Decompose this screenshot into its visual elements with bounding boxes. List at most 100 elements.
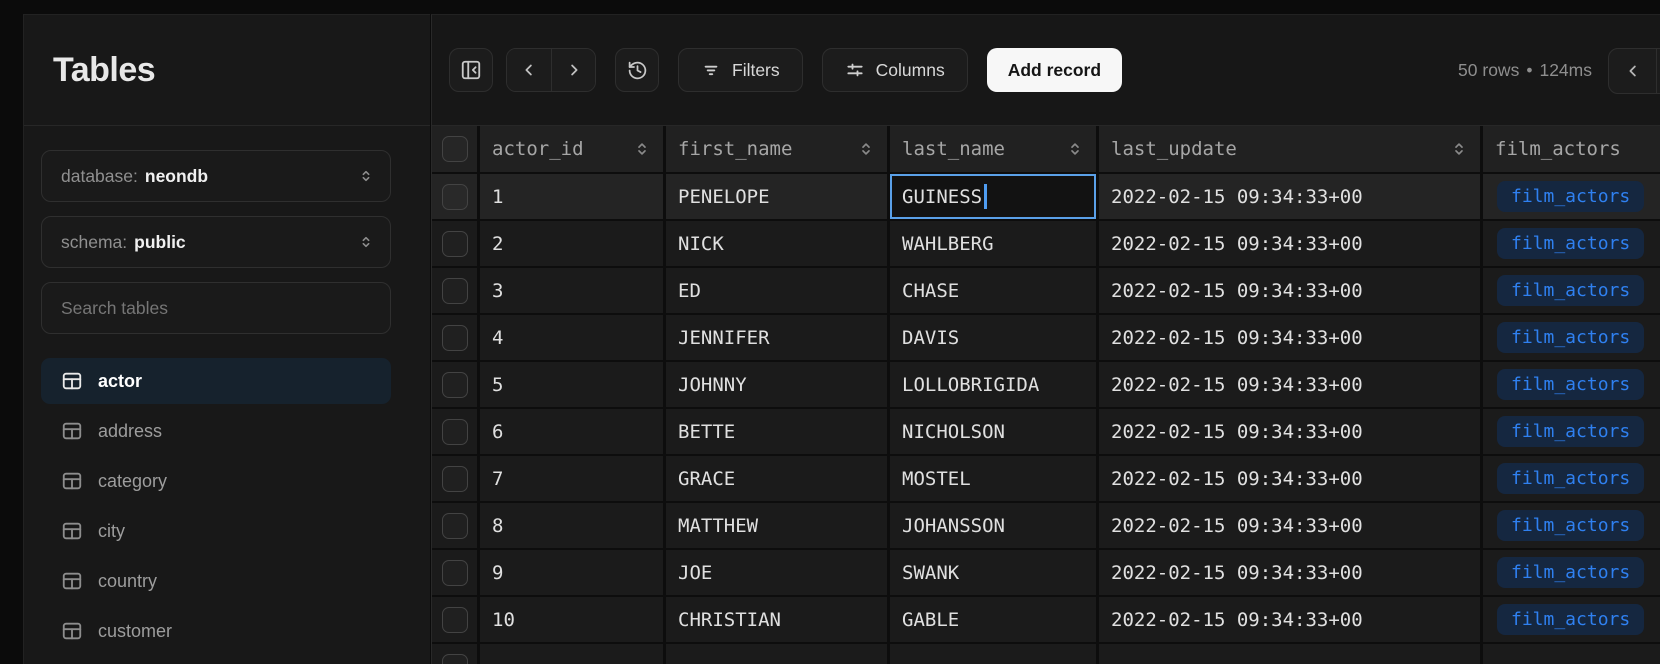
relation-badge[interactable]: film_actors bbox=[1497, 604, 1644, 635]
column-header-label: film_actors bbox=[1495, 138, 1621, 160]
cell-last_name[interactable]: LOLLOBRIGIDA bbox=[890, 362, 1096, 407]
row-checkbox[interactable] bbox=[442, 607, 468, 633]
cell-actor_id[interactable]: 1 bbox=[480, 174, 663, 219]
chevron-left-icon bbox=[1624, 62, 1642, 80]
cell-value: 1 bbox=[492, 186, 503, 208]
cell-partial[interactable] bbox=[1483, 644, 1660, 664]
row-checkbox[interactable] bbox=[442, 231, 468, 257]
sliders-horizontal-icon bbox=[845, 60, 865, 80]
cell-last_update[interactable]: 2022-02-15 09:34:33+00 bbox=[1099, 550, 1480, 595]
row-checkbox[interactable] bbox=[442, 466, 468, 492]
cell-partial[interactable] bbox=[1099, 644, 1480, 664]
row-checkbox[interactable] bbox=[442, 184, 468, 210]
sidebar-table-item-customer[interactable]: customer bbox=[41, 608, 391, 654]
cell-first_name[interactable]: NICK bbox=[666, 221, 887, 266]
cell-last_name[interactable]: DAVIS bbox=[890, 315, 1096, 360]
cell-last_name[interactable]: GABLE bbox=[890, 597, 1096, 642]
row-checkbox[interactable] bbox=[442, 278, 468, 304]
cell-partial[interactable] bbox=[480, 644, 663, 664]
row-checkbox[interactable] bbox=[442, 560, 468, 586]
cell-last_name[interactable]: GUINESS bbox=[890, 174, 1096, 219]
cell-first_name[interactable]: MATTHEW bbox=[666, 503, 887, 548]
cell-last_update[interactable]: 2022-02-15 09:34:33+00 bbox=[1099, 221, 1480, 266]
cell-first_name[interactable]: BETTE bbox=[666, 409, 887, 454]
cell-first_name[interactable]: PENELOPE bbox=[666, 174, 887, 219]
relation-badge[interactable]: film_actors bbox=[1497, 275, 1644, 306]
relation-badge[interactable]: film_actors bbox=[1497, 322, 1644, 353]
search-tables-input[interactable] bbox=[61, 298, 374, 319]
cell-last_name[interactable]: JOHANSSON bbox=[890, 503, 1096, 548]
cell-partial[interactable] bbox=[666, 644, 887, 664]
schema-select[interactable]: schema: public bbox=[41, 216, 391, 268]
relation-badge[interactable]: film_actors bbox=[1497, 416, 1644, 447]
collapse-sidebar-button[interactable] bbox=[449, 48, 493, 92]
relation-badge[interactable]: film_actors bbox=[1497, 557, 1644, 588]
cell-actor_id[interactable]: 8 bbox=[480, 503, 663, 548]
cell-last_update[interactable]: 2022-02-15 09:34:33+00 bbox=[1099, 456, 1480, 501]
cell-actor_id[interactable]: 2 bbox=[480, 221, 663, 266]
sidebar-table-item-actor[interactable]: actor bbox=[41, 358, 391, 404]
row-checkbox[interactable] bbox=[442, 654, 468, 664]
cell-last_name[interactable]: NICHOLSON bbox=[890, 409, 1096, 454]
cell-actor_id[interactable]: 9 bbox=[480, 550, 663, 595]
cell-last_update[interactable]: 2022-02-15 09:34:33+00 bbox=[1099, 174, 1480, 219]
sidebar-table-label: city bbox=[98, 521, 125, 542]
relation-badge[interactable]: film_actors bbox=[1497, 463, 1644, 494]
cell-first_name[interactable]: CHRISTIAN bbox=[666, 597, 887, 642]
cell-last_name[interactable]: SWANK bbox=[890, 550, 1096, 595]
cell-value: DAVIS bbox=[902, 327, 959, 349]
row-checkbox[interactable] bbox=[442, 372, 468, 398]
sidebar-table-item-city[interactable]: city bbox=[41, 508, 391, 554]
next-button[interactable] bbox=[551, 49, 595, 91]
cell-actor_id[interactable]: 5 bbox=[480, 362, 663, 407]
sidebar-table-item-address[interactable]: address bbox=[41, 408, 391, 454]
column-header-film-actors[interactable]: film_actors bbox=[1483, 126, 1660, 172]
previous-button[interactable] bbox=[507, 49, 551, 91]
relation-badge[interactable]: film_actors bbox=[1497, 181, 1644, 212]
cell-last_update[interactable]: 2022-02-15 09:34:33+00 bbox=[1099, 315, 1480, 360]
cell-first_name[interactable]: GRACE bbox=[666, 456, 887, 501]
cell-actor_id[interactable]: 10 bbox=[480, 597, 663, 642]
cell-first_name[interactable]: ED bbox=[666, 268, 887, 313]
column-header-last-name[interactable]: last_name bbox=[890, 126, 1096, 172]
cell-actor_id[interactable]: 6 bbox=[480, 409, 663, 454]
column-header-last-update[interactable]: last_update bbox=[1099, 126, 1480, 172]
history-button[interactable] bbox=[615, 48, 659, 92]
cell-first_name[interactable]: JOE bbox=[666, 550, 887, 595]
page-previous-button[interactable] bbox=[1609, 49, 1656, 93]
cell-last_name[interactable]: CHASE bbox=[890, 268, 1096, 313]
sidebar-table-item-country[interactable]: country bbox=[41, 558, 391, 604]
add-record-button[interactable]: Add record bbox=[987, 48, 1122, 92]
relation-badge[interactable]: film_actors bbox=[1497, 228, 1644, 259]
cell-last_name[interactable]: WAHLBERG bbox=[890, 221, 1096, 266]
columns-button[interactable]: Columns bbox=[822, 48, 968, 92]
row-checkbox[interactable] bbox=[442, 513, 468, 539]
filters-button[interactable]: Filters bbox=[678, 48, 803, 92]
relation-badge[interactable]: film_actors bbox=[1497, 510, 1644, 541]
row-select-cell bbox=[432, 315, 477, 360]
cell-last_update[interactable]: 2022-02-15 09:34:33+00 bbox=[1099, 597, 1480, 642]
select-all-checkbox[interactable] bbox=[442, 136, 468, 162]
sidebar-table-item-category[interactable]: category bbox=[41, 458, 391, 504]
row-checkbox[interactable] bbox=[442, 419, 468, 445]
cell-last_name[interactable]: MOSTEL bbox=[890, 456, 1096, 501]
cell-value: 2022-02-15 09:34:33+00 bbox=[1111, 515, 1363, 537]
relation-badge[interactable]: film_actors bbox=[1497, 369, 1644, 400]
column-header-first-name[interactable]: first_name bbox=[666, 126, 887, 172]
sidebar-table-label: category bbox=[98, 471, 167, 492]
row-checkbox[interactable] bbox=[442, 325, 468, 351]
cell-first_name[interactable]: JOHNNY bbox=[666, 362, 887, 407]
cell-actor_id[interactable]: 3 bbox=[480, 268, 663, 313]
database-select[interactable]: database: neondb bbox=[41, 150, 391, 202]
cell-actor_id[interactable]: 4 bbox=[480, 315, 663, 360]
column-header-actor-id[interactable]: actor_id bbox=[480, 126, 663, 172]
cell-last_update[interactable]: 2022-02-15 09:34:33+00 bbox=[1099, 409, 1480, 454]
cell-value: 2 bbox=[492, 233, 503, 255]
cell-last_update[interactable]: 2022-02-15 09:34:33+00 bbox=[1099, 362, 1480, 407]
cell-last_update[interactable]: 2022-02-15 09:34:33+00 bbox=[1099, 503, 1480, 548]
cell-partial[interactable] bbox=[890, 644, 1096, 664]
page-next-button[interactable] bbox=[1656, 49, 1660, 93]
cell-actor_id[interactable]: 7 bbox=[480, 456, 663, 501]
cell-first_name[interactable]: JENNIFER bbox=[666, 315, 887, 360]
cell-last_update[interactable]: 2022-02-15 09:34:33+00 bbox=[1099, 268, 1480, 313]
